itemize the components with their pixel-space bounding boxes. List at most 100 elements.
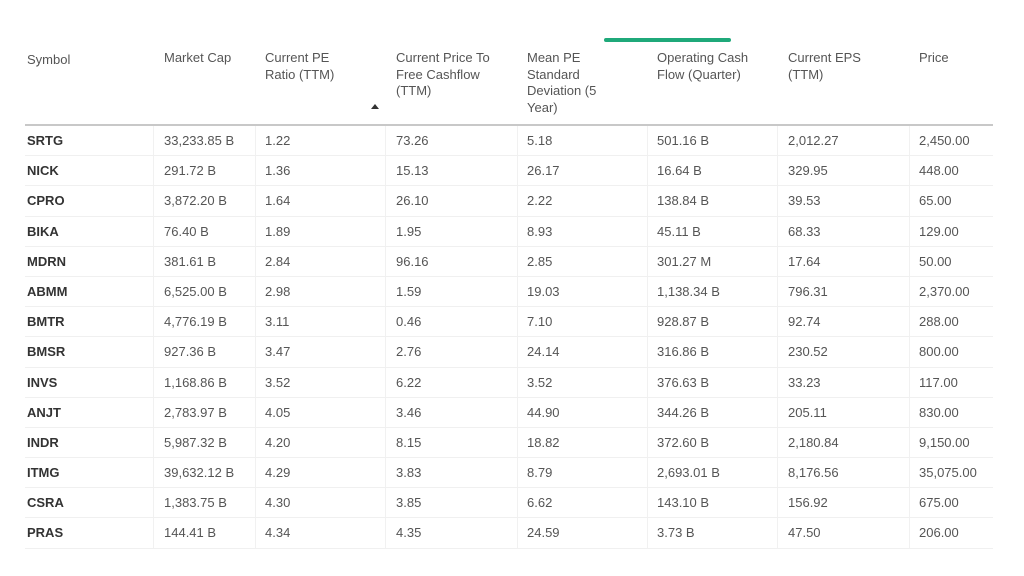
cell-symbol[interactable]: NICK — [27, 156, 59, 185]
column-divider — [517, 427, 518, 458]
header-market-cap[interactable]: Market Cap — [164, 50, 254, 67]
cell-current-eps: 2,180.84 — [788, 434, 839, 450]
column-divider — [153, 488, 154, 518]
column-divider — [517, 488, 518, 518]
cell-symbol[interactable]: INDR — [27, 428, 59, 457]
table-row[interactable]: ITMG 39,632.12 B 4.29 3.83 8.79 2,693.01 B 8,1… — [25, 458, 993, 489]
column-divider — [255, 216, 256, 246]
table-row[interactable]: MDRN 381.61 B 2.84 96.16 2.85 301.27 M 17.64 50… — [25, 246, 993, 277]
cell-mean-pe-std-dev: 19.03 — [527, 283, 560, 299]
cell-current-eps: 17.64 — [788, 253, 821, 269]
table-row[interactable]: BMTR 4,776.19 B 3.11 0.46 7.10 928.87 B 92.74 2… — [25, 307, 993, 338]
cell-current-eps: 230.52 — [788, 344, 828, 360]
table-row[interactable]: ABMM 6,525.00 B 2.98 1.59 19.03 1,138.34 B 796… — [25, 276, 993, 308]
column-divider — [777, 397, 778, 427]
column-divider — [777, 216, 778, 246]
column-divider — [777, 276, 778, 307]
column-divider — [909, 186, 910, 216]
table-row[interactable]: INVS 1,168.86 B 3.52 6.22 3.52 376.63 B 33.23 1… — [25, 367, 993, 398]
header-symbol[interactable]: Symbol — [27, 52, 147, 69]
cell-symbol[interactable]: ANJT — [27, 398, 61, 427]
stock-screener-table: Symbol Market Cap Current PE Ratio (TTM)… — [25, 46, 993, 549]
column-divider — [255, 518, 256, 548]
cell-symbol[interactable]: BMSR — [27, 337, 65, 366]
column-divider — [517, 216, 518, 246]
column-divider — [385, 337, 386, 367]
column-divider — [385, 397, 386, 427]
cell-market-cap: 291.72 B — [164, 163, 217, 179]
cell-mean-pe-std-dev: 8.93 — [527, 223, 553, 239]
cell-symbol[interactable]: BIKA — [27, 217, 59, 246]
column-divider — [777, 518, 778, 548]
cell-symbol[interactable]: CPRO — [27, 186, 65, 215]
cell-market-cap: 2,783.97 B — [164, 404, 227, 420]
column-divider — [255, 276, 256, 307]
header-price-to-fcf[interactable]: Current Price To Free Cashflow (TTM) — [396, 50, 511, 100]
column-divider — [777, 488, 778, 518]
cell-symbol[interactable]: PRAS — [27, 518, 63, 547]
cell-current-pe: 4.20 — [265, 434, 291, 450]
cell-market-cap: 33,233.85 B — [164, 133, 235, 148]
table-row[interactable]: INDR 5,987.32 B 4.20 8.15 18.82 372.60 B 2,180… — [25, 427, 993, 459]
cell-current-eps: 47.50 — [788, 525, 821, 541]
column-divider — [385, 216, 386, 246]
cell-price: 129.00 — [919, 223, 959, 239]
column-divider — [909, 458, 910, 488]
column-divider — [777, 367, 778, 397]
cell-market-cap: 5,987.32 B — [164, 434, 227, 450]
table-row[interactable]: SRTG 33,233.85 B 1.22 73.26 5.18 501.16 B 2,01… — [25, 126, 993, 157]
cell-current-pe: 4.30 — [265, 495, 291, 511]
cell-symbol[interactable]: BMTR — [27, 307, 65, 336]
column-divider — [517, 397, 518, 427]
column-divider — [647, 186, 648, 216]
column-divider — [909, 488, 910, 518]
cell-current-pe: 1.64 — [265, 193, 291, 209]
column-divider — [777, 156, 778, 186]
table-row[interactable]: PRAS 144.41 B 4.34 4.35 24.59 3.73 B 47.50 206.… — [25, 518, 993, 549]
cell-symbol[interactable]: ABMM — [27, 277, 67, 306]
sort-ascending-icon[interactable] — [371, 104, 379, 109]
cell-current-pe: 2.98 — [265, 283, 291, 299]
column-divider — [909, 307, 910, 337]
header-current-pe-ratio[interactable]: Current PE Ratio (TTM) — [265, 50, 355, 83]
column-divider — [385, 276, 386, 307]
column-divider — [255, 397, 256, 427]
cell-symbol[interactable]: CSRA — [27, 488, 64, 517]
table-row[interactable]: NICK 291.72 B 1.36 15.13 26.17 16.64 B 329.95 4… — [25, 156, 993, 187]
table-row[interactable]: BIKA 76.40 B 1.89 1.95 8.93 45.11 B 68.33 129.0… — [25, 216, 993, 247]
column-divider — [517, 518, 518, 548]
column-divider — [647, 518, 648, 548]
cell-mean-pe-std-dev: 7.10 — [527, 314, 553, 330]
cell-current-pe: 3.11 — [265, 314, 290, 330]
header-operating-cash-flow[interactable]: Operating Cash Flow (Quarter) — [657, 50, 767, 83]
cell-symbol[interactable]: INVS — [27, 368, 57, 397]
column-divider — [517, 246, 518, 276]
table-row[interactable]: BMSR 927.36 B 3.47 2.76 24.14 316.86 B 230.52 8… — [25, 337, 993, 368]
table-row[interactable]: CSRA 1,383.75 B 4.30 3.85 6.62 143.10 B 156.92… — [25, 488, 993, 519]
cell-symbol[interactable]: ITMG — [27, 458, 60, 487]
column-divider — [647, 216, 648, 246]
cell-price: 675.00 — [919, 495, 959, 511]
column-divider — [255, 307, 256, 337]
cell-price: 117.00 — [919, 374, 958, 390]
table-row[interactable]: CPRO 3,872.20 B 1.64 26.10 2.22 138.84 B 39.53… — [25, 186, 993, 217]
cell-price-to-fcf: 4.35 — [396, 525, 422, 541]
cell-price: 35,075.00 — [919, 465, 977, 481]
column-divider — [777, 427, 778, 458]
column-divider — [153, 518, 154, 548]
cell-price: 288.00 — [919, 314, 959, 330]
column-divider — [153, 186, 154, 216]
cell-symbol[interactable]: MDRN — [27, 247, 66, 276]
column-divider — [153, 216, 154, 246]
cell-price: 206.00 — [919, 525, 959, 541]
column-divider — [517, 276, 518, 307]
cell-price: 2,450.00 — [919, 133, 970, 148]
cell-mean-pe-std-dev: 24.14 — [527, 344, 560, 360]
column-divider — [385, 458, 386, 488]
cell-symbol[interactable]: SRTG — [27, 126, 63, 155]
header-current-eps[interactable]: Current EPS (TTM) — [788, 50, 868, 83]
header-mean-pe-std-dev[interactable]: Mean PE Standard Deviation (5 Year) — [527, 50, 609, 116]
header-price[interactable]: Price — [919, 50, 979, 67]
table-row[interactable]: ANJT 2,783.97 B 4.05 3.46 44.90 344.26 B 205.1… — [25, 397, 993, 428]
cell-mean-pe-std-dev: 8.79 — [527, 465, 553, 481]
